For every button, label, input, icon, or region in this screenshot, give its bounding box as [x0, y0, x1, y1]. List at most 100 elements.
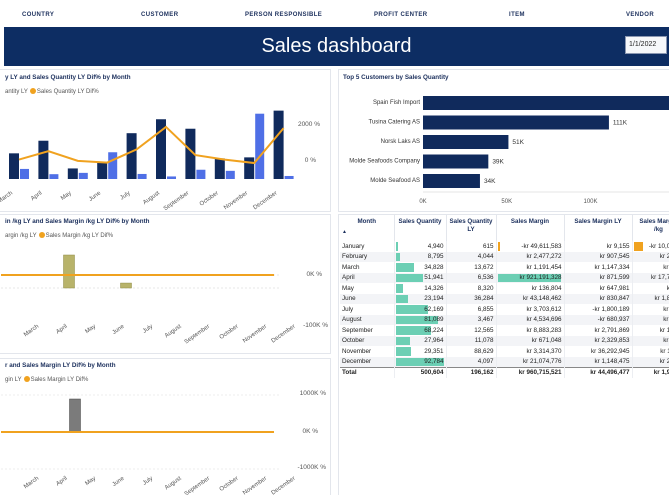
data-bar [395, 252, 401, 261]
bar-sales-quantity [214, 158, 225, 179]
cell-sales-margin: kr 671,048 [496, 335, 565, 346]
sales-quantity-chart[interactable]: March April May June July August September Octo… [0, 70, 299, 213]
table-row[interactable]: March 34,828 13,672 kr 1,191,454 kr 1,147,33… [340, 262, 669, 273]
data-label: 39K [492, 159, 504, 166]
bar-margin-per-kg-ly [63, 254, 75, 289]
margin-ly-chart[interactable]: March April May June July August September Octo… [0, 359, 299, 495]
cell-sales-margin: kr 3,314,370 [496, 346, 565, 357]
cell-value: February [342, 253, 368, 261]
monthly-sales-table[interactable]: Month ▲ Sales Quantity Sales Quantity LY … [340, 215, 669, 387]
x-tick-label: March [0, 190, 14, 204]
cell-value: 68,224 [424, 326, 444, 334]
x-tick-label: August [142, 190, 161, 206]
x-tick-label: August [164, 476, 183, 492]
cell-value: April [342, 274, 355, 282]
cell-sales-margin-ly: kr 2,329,853 [564, 335, 633, 346]
cell-value: 12,565 [474, 326, 494, 334]
table-row[interactable]: February 8,795 4,044 kr 2,477,272 kr 907,545… [340, 251, 669, 262]
bar-sales-quantity-ly [225, 170, 235, 179]
filter-vendor[interactable]: VENDOR [626, 12, 654, 18]
table-row[interactable]: January 4,940 615 -kr 49,611,583 kr 9,155 -kr… [340, 241, 669, 252]
y-axis-label-bottom: -1000K % [297, 464, 326, 471]
cell-value: kr 281,6 [659, 253, 669, 261]
margin-per-kg-chart-card[interactable]: in /kg LY and Sales Margin /kg LY Dif% b… [0, 214, 331, 354]
cell-sales-quantity-ly: 6,536 [446, 272, 497, 283]
cell-sales-margin-ly: kr 647,981 [564, 283, 633, 294]
cell-value: March [342, 263, 360, 271]
x-tick-label: May [60, 190, 73, 201]
filter-profit-center[interactable]: PROFIT CENTER [374, 12, 428, 18]
cell-value: kr 55,9 [663, 316, 669, 324]
table-row[interactable]: July 62,169 6,855 kr 3,703,612 -kr 1,800,189… [340, 304, 669, 315]
x-tick-label: April [55, 476, 68, 488]
table-row[interactable]: September 68,224 12,565 kr 8,883,283 kr 2,79… [340, 325, 669, 336]
cell-value: 88,629 [474, 347, 494, 355]
bar-sales-quantity-ly [20, 168, 29, 179]
table-row[interactable]: December 92,784 4,097 kr 21,074,776 kr 1,148… [340, 356, 669, 367]
cell-sales-quantity-ly: 615 [446, 241, 497, 252]
filter-person-responsible[interactable]: PERSON RESPONSIBLE [245, 12, 322, 18]
table-row[interactable]: May 14,326 8,320 kr 136,804 kr 647,981kr 9,5 [340, 283, 669, 294]
category-label: Norsk Laks AS [381, 139, 420, 145]
filter-country[interactable]: COUNTRY [22, 12, 54, 18]
table-row[interactable]: October 27,964 11,078 kr 671,048 kr 2,329,85… [340, 335, 669, 346]
bar-sales-quantity-ly [78, 172, 88, 179]
cell-sales-margin-ly: kr 2,791,869 [564, 325, 633, 336]
column-header-sales-quantity[interactable]: Sales Quantity [394, 215, 447, 241]
cell-month: December [340, 356, 395, 367]
cell-value: kr 8,883,283 [526, 326, 562, 334]
bar-customer-quantity [423, 115, 609, 130]
y-axis-label-top: 2000 % [297, 121, 320, 128]
cell-sales-margin: -kr 49,611,583 [496, 241, 565, 252]
table-row[interactable]: November 29,351 88,629 kr 3,314,370 kr 36,29… [340, 346, 669, 357]
cell-month: March [340, 262, 395, 273]
cell-sales-margin-per-kg: kr 34,2 [632, 262, 669, 273]
date-filter[interactable]: 1/1/2022 [625, 36, 667, 54]
sort-ascending-icon[interactable]: ▲ [342, 228, 392, 236]
cell-value: 13,672 [474, 263, 494, 271]
cell-value: 4,940 [427, 242, 444, 250]
table-row[interactable]: August 81,089 3,467 kr 4,534,696 -kr 680,937… [340, 314, 669, 325]
margin-per-kg-chart[interactable]: March April May June July August September Octo… [0, 215, 299, 355]
cell-value: kr 112,9 [660, 347, 669, 355]
x-tick-label: April [30, 190, 43, 202]
cell-value: 81,089 [424, 316, 444, 324]
cell-total: kr 44,496,477 [564, 366, 633, 378]
cell-value: kr 34,2 [663, 263, 669, 271]
top-customers-chart[interactable]: Spain Fish Import Tusina Catering AS 111K N… [339, 70, 669, 213]
table-row[interactable]: June 23,194 36,284 kr 43,148,462 kr 830,847 k… [340, 293, 669, 304]
cell-sales-quantity-ly: 6,855 [446, 304, 497, 315]
x-tick-label: April [55, 324, 68, 336]
cell-sales-quantity-ly: 3,467 [446, 314, 497, 325]
x-tick-label: 100K [583, 199, 597, 205]
x-tick-label: June [112, 475, 127, 488]
cell-value: 6,536 [477, 274, 494, 282]
cell-value: 8,795 [427, 253, 444, 261]
filter-customer[interactable]: CUSTOMER [141, 12, 178, 18]
cell-sales-quantity-ly: 11,078 [446, 335, 497, 346]
x-tick-label: March [23, 324, 40, 338]
bar-sales-quantity-ly [108, 152, 118, 179]
cell-value: May [342, 284, 354, 292]
x-tick-label: September [184, 324, 211, 346]
x-tick-label: 50K [501, 199, 512, 205]
column-header-sales-margin-ly[interactable]: Sales Margin LY [564, 215, 633, 241]
column-header-sales-margin-per-kg[interactable]: Sales Margin /kg [632, 215, 669, 241]
cell-value: 196,162 [470, 369, 494, 376]
column-header-sales-quantity-ly[interactable]: Sales Quantity LY [446, 215, 497, 241]
y-axis-label-bottom: -100K % [303, 322, 328, 329]
data-bar [395, 263, 414, 272]
cell-month: August [340, 314, 395, 325]
top-customers-chart-card[interactable]: Top 5 Customers by Sales Quantity Spain … [338, 69, 669, 212]
margin-ly-chart-card[interactable]: r and Sales Margin LY Dif% by Month gin … [0, 358, 331, 495]
column-header-sales-margin[interactable]: Sales Margin [496, 215, 565, 241]
bar-sales-quantity [67, 168, 78, 179]
sales-quantity-chart-card[interactable]: y LY and Sales Quantity LY Dif% by Month… [0, 69, 331, 212]
bar-sales-quantity-ly [167, 176, 176, 179]
column-header-month[interactable]: Month ▲ [340, 215, 395, 241]
filter-item[interactable]: ITEM [509, 12, 525, 18]
table-row[interactable]: April 51,941 6,536 kr 921,191,328 kr 871,599… [340, 272, 669, 283]
cell-value: kr 871,599 [599, 274, 630, 282]
filter-bar: COUNTRY CUSTOMER PERSON RESPONSIBLE PROF… [0, 0, 669, 26]
data-bar [497, 242, 501, 251]
